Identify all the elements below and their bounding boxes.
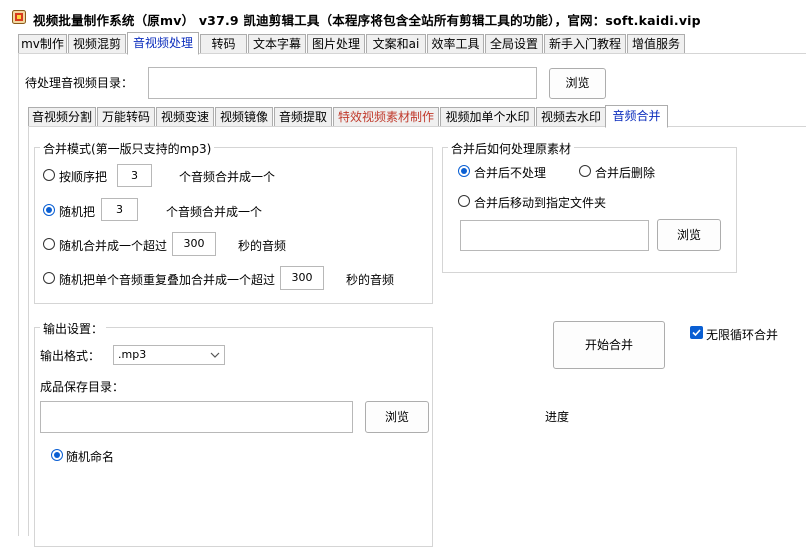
format-select[interactable]: .mp3: [113, 345, 225, 365]
merge-repeat-radio[interactable]: [43, 272, 55, 284]
loop-label: 无限循环合并: [706, 328, 779, 342]
save-dir-browse-button[interactable]: 浏览: [365, 401, 429, 433]
source-dir-input[interactable]: [148, 67, 537, 99]
tab-transcode[interactable]: 转码: [200, 34, 247, 54]
after-move-label: 合并后移动到指定文件夹: [474, 196, 607, 210]
merge-repeat-input[interactable]: 300: [280, 266, 324, 290]
tab-efficiency[interactable]: 效率工具: [427, 34, 484, 54]
source-dir-label: 待处理音视频目录：: [25, 76, 134, 90]
merge-order-count-input[interactable]: 3: [117, 164, 152, 187]
tab-av-processing[interactable]: 音视频处理: [127, 32, 199, 55]
merge-mode-title: 合并模式(第一版只支持的mp3): [40, 140, 215, 157]
output-title: 输出设置：: [40, 320, 107, 337]
random-name-label: 随机命名: [66, 450, 115, 464]
check-icon: [692, 329, 701, 337]
app-icon: [12, 10, 26, 24]
tab-global-settings[interactable]: 全局设置: [485, 34, 543, 54]
subtab-audio-extract[interactable]: 音频提取: [274, 107, 332, 127]
tab-subtitles[interactable]: 文本字幕: [248, 34, 306, 54]
merge-random-count-input[interactable]: 3: [101, 198, 138, 221]
subtab-speed[interactable]: 视频变速: [156, 107, 214, 127]
subtab-mirror[interactable]: 视频镜像: [215, 107, 273, 127]
save-dir-label: 成品保存目录：: [40, 380, 125, 394]
subtab-add-watermark[interactable]: 视频加单个水印: [440, 107, 535, 127]
window-title: 视频批量制作系统（原mv） v37.9 凯迪剪辑工具（本程序将包含全站所有剪辑工…: [33, 13, 701, 28]
subtab-effect-material[interactable]: 特效视频素材制作: [333, 107, 439, 127]
move-folder-browse-button[interactable]: 浏览: [657, 219, 721, 251]
source-browse-button[interactable]: 浏览: [549, 68, 606, 99]
merge-order-radio[interactable]: [43, 169, 55, 181]
merge-duration-input[interactable]: 300: [172, 232, 216, 256]
loop-checkbox[interactable]: [690, 326, 703, 339]
tab-vip[interactable]: 增值服务: [627, 34, 685, 54]
after-keep-radio[interactable]: [458, 165, 470, 177]
subtab-split[interactable]: 音视频分割: [28, 107, 96, 127]
merge-random-suffix: 个音频合并成一个: [166, 205, 263, 219]
move-folder-input[interactable]: [460, 220, 649, 251]
subtab-universal-transcode[interactable]: 万能转码: [97, 107, 155, 127]
tab-image[interactable]: 图片处理: [307, 34, 365, 54]
title-bar: 视频批量制作系统（原mv） v37.9 凯迪剪辑工具（本程序将包含全站所有剪辑工…: [0, 0, 806, 34]
after-delete-label: 合并后删除: [595, 166, 656, 180]
merge-order-label: 按顺序把: [59, 170, 108, 184]
merge-duration-suffix: 秒的音频: [238, 239, 287, 253]
tab-copy-ai[interactable]: 文案和ai: [366, 34, 426, 54]
tab-video-mix[interactable]: 视频混剪: [68, 34, 126, 54]
save-dir-input[interactable]: [40, 401, 353, 433]
merge-duration-radio[interactable]: [43, 238, 55, 250]
subtab-remove-watermark[interactable]: 视频去水印: [536, 107, 606, 127]
after-merge-title: 合并后如何处理原素材: [448, 140, 575, 157]
tab-tutorial[interactable]: 新手入门教程: [544, 34, 626, 54]
merge-repeat-label: 随机把单个音频重复叠加合并成一个超过: [59, 273, 276, 287]
after-move-radio[interactable]: [458, 195, 470, 207]
after-keep-label: 合并后不处理: [474, 166, 547, 180]
random-name-radio[interactable]: [51, 449, 63, 461]
progress-label: 进度: [545, 410, 570, 424]
merge-duration-label: 随机合并成一个超过: [59, 239, 168, 253]
merge-random-label: 随机把: [59, 205, 96, 219]
merge-random-radio[interactable]: [43, 204, 55, 216]
format-label: 输出格式：: [40, 349, 101, 363]
merge-order-suffix: 个音频合并成一个: [179, 170, 276, 184]
chevron-down-icon: [210, 352, 220, 358]
subtab-audio-merge[interactable]: 音频合并: [605, 105, 668, 128]
tab-mv[interactable]: mv制作: [18, 34, 67, 54]
start-merge-button[interactable]: 开始合并: [553, 321, 665, 369]
after-delete-radio[interactable]: [579, 165, 591, 177]
merge-repeat-suffix: 秒的音频: [346, 273, 395, 287]
format-select-value: .mp3: [118, 348, 147, 361]
